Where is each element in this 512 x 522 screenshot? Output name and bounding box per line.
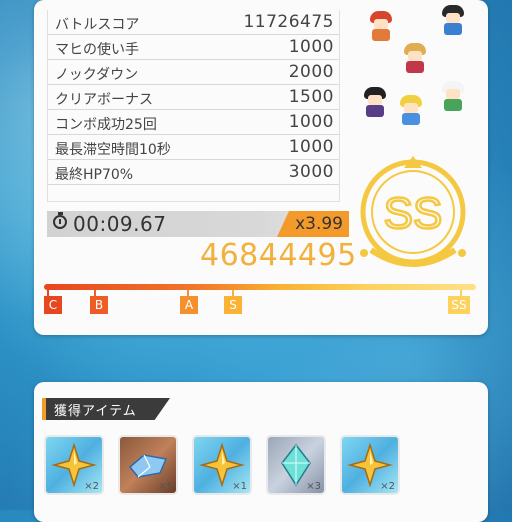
- items-header: 獲得アイテム: [42, 398, 170, 420]
- items-header-label: 獲得アイテム: [54, 404, 137, 419]
- rank-progress-bar: [44, 284, 476, 290]
- score-row: マヒの使い手 1000: [47, 35, 340, 60]
- score-row: クリアボーナス 1500: [47, 85, 340, 110]
- total-score: 46844495: [200, 238, 357, 273]
- multiplier-value: x3.99: [295, 214, 343, 234]
- rank-badge-b: B: [90, 296, 108, 314]
- score-row: バトルスコア 11726475: [47, 10, 340, 35]
- clear-time: 00:09.67: [73, 212, 167, 236]
- score-label: コンボ成功25回: [55, 117, 157, 133]
- score-multiplier: x3.99: [277, 211, 349, 237]
- score-panel: バトルスコア 11726475 マヒの使い手 1000 ノックダウン 2000 クリア…: [34, 0, 488, 335]
- item-quantity: ×2: [380, 481, 395, 492]
- rank-text: SS: [384, 189, 443, 238]
- item-slot[interactable]: ×2: [44, 435, 104, 495]
- stopwatch-icon: [53, 212, 67, 229]
- score-label: マヒの使い手: [55, 42, 139, 58]
- character-sprite: [398, 95, 424, 125]
- rank-badge-a: A: [180, 296, 198, 314]
- party-characters: [354, 5, 479, 135]
- score-label: クリアボーナス: [55, 92, 153, 108]
- rank-badge-ss: SS: [448, 296, 470, 314]
- item-slot[interactable]: ×1: [192, 435, 252, 495]
- score-table: バトルスコア 11726475 マヒの使い手 1000 ノックダウン 2000 クリア…: [47, 10, 340, 185]
- score-label: ノックダウン: [55, 67, 139, 83]
- score-value: 1000: [288, 137, 334, 157]
- rank-badge-c: C: [44, 296, 62, 314]
- item-quantity: ×3: [306, 481, 321, 492]
- rank-badge-s: S: [224, 296, 242, 314]
- item-slot[interactable]: ×2: [340, 435, 400, 495]
- character-sprite: [402, 43, 428, 73]
- score-row: ノックダウン 2000: [47, 60, 340, 85]
- score-value: 3000: [288, 162, 334, 182]
- item-quantity: ×1: [232, 481, 247, 492]
- score-value: 1000: [288, 112, 334, 132]
- item-quantity: ×5: [158, 481, 173, 492]
- score-label: バトルスコア: [55, 17, 140, 33]
- score-value: 11726475: [243, 12, 334, 32]
- score-row: コンボ成功25回 1000: [47, 110, 340, 135]
- score-value: 1000: [288, 37, 334, 57]
- score-value: 1500: [288, 87, 334, 107]
- item-slot[interactable]: ×3: [266, 435, 326, 495]
- items-panel: 獲得アイテム ×2 ×5 ×1 ×3 ×2: [34, 382, 488, 522]
- score-label: 最長滞空時間10秒: [55, 142, 171, 158]
- score-row: 最終HP70% 3000: [47, 160, 340, 185]
- character-sprite: [440, 5, 466, 35]
- item-slot[interactable]: ×5: [118, 435, 178, 495]
- score-label: 最終HP70%: [55, 167, 134, 183]
- score-value: 2000: [288, 62, 334, 82]
- rank-emblem: SS: [360, 156, 466, 267]
- character-sprite: [368, 11, 394, 41]
- character-sprite: [362, 87, 388, 117]
- character-sprite: [440, 81, 466, 111]
- item-quantity: ×2: [84, 481, 99, 492]
- score-row: 最長滞空時間10秒 1000: [47, 135, 340, 160]
